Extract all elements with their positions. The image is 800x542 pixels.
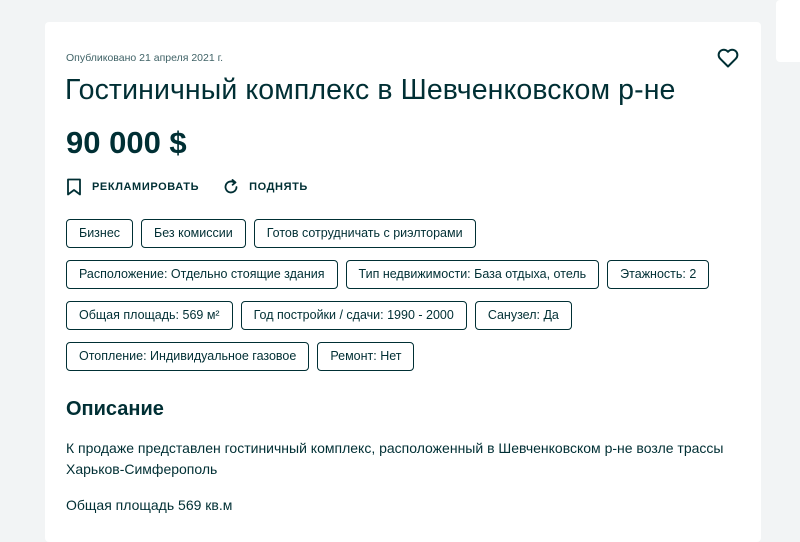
refresh-icon xyxy=(224,179,238,194)
bookmark-icon xyxy=(67,178,81,196)
published-date: Опубликовано 21 апреля 2021 г. xyxy=(66,52,224,64)
tag-business: Бизнес xyxy=(66,219,134,248)
promote-label: РЕКЛАМИРОВАТЬ xyxy=(92,181,200,193)
tag-realtors: Готов сотрудничать с риэлторами xyxy=(253,219,476,248)
tag-row: Отопление: Индивидуальное газовое Ремонт… xyxy=(66,342,756,371)
tag-renovation: Ремонт: Нет xyxy=(317,342,415,371)
tag-property-type: Тип недвижимости: База отдыха, отель xyxy=(345,260,600,289)
listing-actions: РЕКЛАМИРОВАТЬ ПОДНЯТЬ xyxy=(66,178,332,196)
raise-label: ПОДНЯТЬ xyxy=(249,181,308,193)
tag-floors: Этажность: 2 xyxy=(607,260,710,289)
tag-build-year: Год постройки / сдачи: 1990 - 2000 xyxy=(240,301,467,330)
listing-tags: Бизнес Без комиссии Готов сотрудничать с… xyxy=(66,219,756,383)
description-text: К продаже представлен гостиничный компле… xyxy=(66,438,746,531)
tag-location: Расположение: Отдельно стоящие здания xyxy=(66,260,338,289)
description-paragraph: Общая площадь 569 кв.м xyxy=(66,497,233,513)
heart-icon[interactable] xyxy=(716,46,740,70)
listing-price: 90 000 $ xyxy=(66,125,187,160)
side-panel xyxy=(776,0,800,62)
raise-button[interactable]: ПОДНЯТЬ xyxy=(223,179,308,195)
tag-total-area: Общая площадь: 569 м² xyxy=(66,301,233,330)
description-heading: Описание xyxy=(66,398,164,420)
tag-no-commission: Без комиссии xyxy=(141,219,246,248)
listing-card: Опубликовано 21 апреля 2021 г. Гостиничн… xyxy=(45,22,761,542)
listing-title: Гостиничный комплекс в Шевченковском р-н… xyxy=(65,74,676,106)
tag-row: Бизнес Без комиссии Готов сотрудничать с… xyxy=(66,219,756,248)
tag-row: Расположение: Отдельно стоящие здания Ти… xyxy=(66,260,756,289)
tag-heating: Отопление: Индивидуальное газовое xyxy=(66,342,310,371)
tag-row: Общая площадь: 569 м² Год постройки / сд… xyxy=(66,301,756,330)
description-paragraph: К продаже представлен гостиничный компле… xyxy=(66,440,724,477)
promote-button[interactable]: РЕКЛАМИРОВАТЬ xyxy=(66,178,199,196)
tag-bathroom: Санузел: Да xyxy=(474,301,572,330)
